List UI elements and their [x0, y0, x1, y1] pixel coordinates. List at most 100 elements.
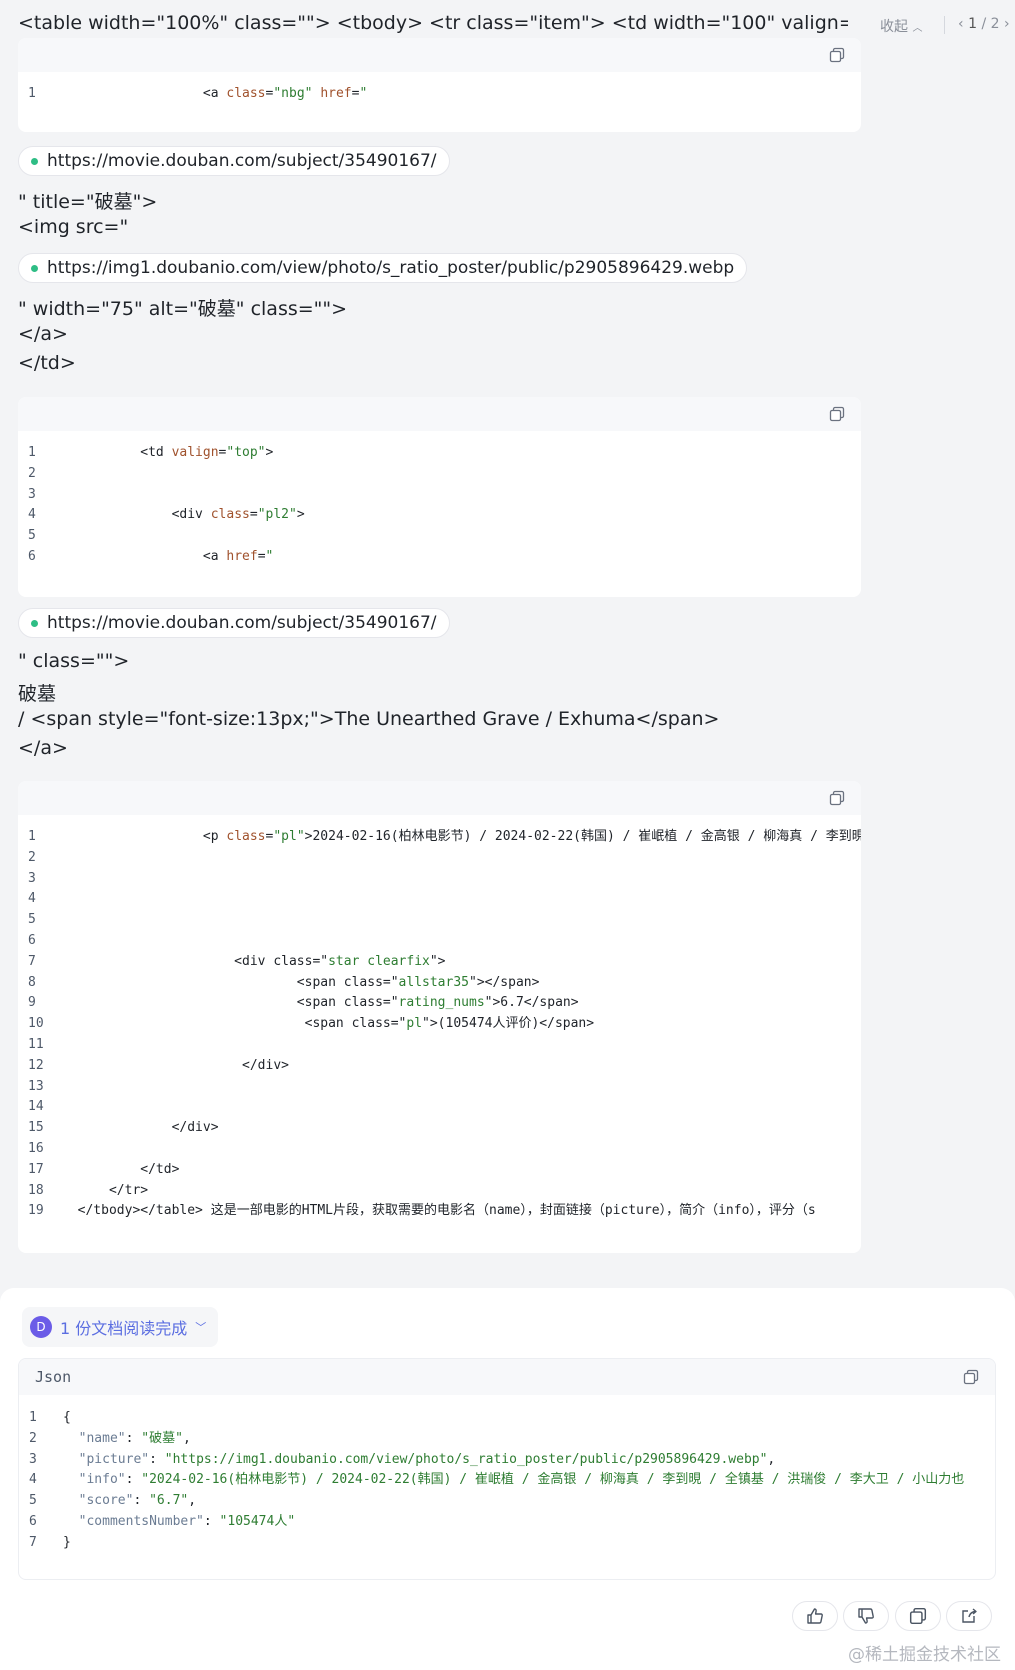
- share-button[interactable]: [946, 1601, 992, 1631]
- code-line: 1 <p class="pl">2024-02-16(柏林电影节) / 2024…: [18, 827, 861, 848]
- code-token: "pl": [273, 829, 305, 844]
- line-number: 3: [28, 870, 36, 886]
- doc-chip-label: 1 份文档阅读完成: [60, 1319, 188, 1338]
- link-dot-icon: [31, 619, 38, 627]
- link-pill[interactable]: https://movie.douban.com/subject/3549016…: [18, 146, 450, 176]
- thumbs-up-icon: [807, 1608, 823, 1624]
- like-button[interactable]: [792, 1601, 838, 1631]
- code-lines: 1 <p class="pl">2024-02-16(柏林电影节) / 2024…: [18, 815, 861, 1232]
- code-line: 5: [18, 910, 861, 931]
- collapse-label: 收起: [880, 19, 908, 35]
- code-line: 7 <div class="star clearfix">: [18, 952, 861, 973]
- link-dot-icon: [31, 264, 38, 272]
- code-lines: 1 <td valign="top"> 2 3 4 <div class="pl2">…: [18, 431, 861, 578]
- code-token: "105474人": [219, 1513, 296, 1529]
- collapse-button[interactable]: 收起 ︿: [880, 16, 922, 36]
- line-number: 1: [28, 445, 36, 460]
- copy-icon[interactable]: [963, 1369, 979, 1385]
- code-line: 9 <span class="rating_nums">6.7</span>: [18, 993, 861, 1014]
- code-token: "2024-02-16(柏林电影节) / 2024-02-22(韩国) / 崔岷…: [141, 1472, 965, 1488]
- code-line: 4: [18, 889, 861, 910]
- link-pill[interactable]: https://img1.doubanio.com/view/photo/s_r…: [18, 253, 748, 283]
- line-content: <p class="pl">2024-02-16(柏林电影节) / 2024-0…: [62, 827, 861, 848]
- line-number: 2: [28, 465, 36, 481]
- link-pill[interactable]: https://movie.douban.com/subject/3549016…: [18, 608, 450, 638]
- code-line: 2: [18, 464, 861, 485]
- code-lines: 1{2 "name": "破墓", 3 "picture": "https://i…: [19, 1395, 995, 1554]
- code-lines: 1 <a class="nbg" href=": [18, 72, 861, 115]
- code-line: 18 </tr>: [18, 1181, 861, 1202]
- text-line: <img src=": [18, 216, 129, 238]
- code-token: "nbg": [273, 86, 313, 101]
- line-number: 17: [28, 1161, 44, 1177]
- code-block-header: Json: [19, 1359, 995, 1395]
- doc-read-chip[interactable]: D 1 份文档阅读完成 ﹀: [22, 1307, 219, 1347]
- line-number: 5: [28, 912, 36, 928]
- code-token: </div>: [62, 1120, 219, 1136]
- code-line: 4 <div class="pl2">: [18, 505, 861, 526]
- copy-button[interactable]: [895, 1601, 941, 1631]
- code-line: 2 "name": "破墓",: [19, 1429, 995, 1450]
- line-content: <span class="allstar35"></span>: [62, 973, 540, 994]
- code-token: ,: [767, 1451, 776, 1467]
- line-content: "score": "6.7",: [63, 1491, 196, 1512]
- line-number: 9: [28, 995, 36, 1011]
- text-line: </a>: [18, 737, 68, 759]
- copy-icon[interactable]: [829, 406, 845, 422]
- code-block: 1 <a class="nbg" href=": [18, 38, 861, 132]
- code-line: 8 <span class="allstar35"></span>: [18, 973, 861, 994]
- code-token: ": [359, 86, 368, 101]
- line-content: <td valign="top">: [62, 443, 273, 464]
- watermark: @稀土掘金技术社区: [848, 1645, 1001, 1665]
- line-number: 6: [29, 1513, 37, 1529]
- code-token: ,: [188, 1493, 197, 1509]
- code-token: }: [63, 1534, 71, 1550]
- code-token: ">(105474人评价)</span>: [422, 1016, 595, 1032]
- line-number: 12: [28, 1057, 44, 1073]
- top-snippet-text: <table width="100%" class=""> <tbody> <t…: [18, 12, 848, 34]
- code-line: 6 <a href=": [18, 547, 861, 568]
- code-token: :: [125, 1430, 142, 1446]
- code-token: <span class=": [62, 974, 399, 990]
- line-content: "picture": "https://img1.doubanio.com/vi…: [63, 1450, 776, 1471]
- line-number: 4: [28, 507, 36, 523]
- line-number: 13: [28, 1078, 44, 1094]
- code-token: :: [125, 1472, 142, 1488]
- code-line: 4 "info": "2024-02-16(柏林电影节) / 2024-02-2…: [19, 1470, 995, 1491]
- line-number: 8: [28, 974, 36, 990]
- line-content: "name": "破墓",: [63, 1429, 191, 1450]
- copy-icon: [909, 1607, 927, 1625]
- text-line: </td>: [18, 352, 76, 374]
- code-line: 15 </div>: [18, 1118, 861, 1139]
- code-line: 16: [18, 1139, 861, 1160]
- copy-icon[interactable]: [829, 47, 845, 63]
- document-icon: D: [30, 1316, 52, 1338]
- code-line: 7}: [19, 1533, 995, 1554]
- code-token: rating_nums: [398, 995, 485, 1011]
- line-content: <div class="pl2">: [62, 505, 305, 526]
- line-content: }: [63, 1533, 71, 1554]
- code-token: >2024-02-16(柏林电影节) / 2024-02-22(韩国) / 崔岷…: [304, 829, 861, 844]
- dislike-button[interactable]: [843, 1601, 889, 1631]
- link-url: https://movie.douban.com/subject/3549016…: [47, 151, 437, 171]
- code-token: >: [265, 445, 274, 460]
- code-token: <span class=": [62, 995, 399, 1011]
- copy-icon[interactable]: [829, 790, 845, 806]
- pager-prev-icon[interactable]: ‹: [958, 16, 964, 32]
- line-number: 5: [29, 1493, 37, 1509]
- pager-next-icon[interactable]: ›: [1004, 16, 1010, 32]
- code-token: href: [320, 86, 352, 101]
- code-token: "破墓": [141, 1430, 183, 1446]
- code-block: 1 <p class="pl">2024-02-16(柏林电影节) / 2024…: [18, 781, 861, 1253]
- code-token: </td>: [62, 1161, 180, 1177]
- code-token: "commentsNumber": [78, 1513, 204, 1529]
- text-line: " title="破墓">: [18, 191, 158, 213]
- code-line: 12 </div>: [18, 1056, 861, 1077]
- code-token: ">: [429, 953, 446, 969]
- line-number: 5: [28, 528, 36, 544]
- line-number: 7: [28, 953, 36, 969]
- code-token: >: [296, 507, 305, 523]
- chevron-down-icon: ﹀: [195, 1321, 207, 1334]
